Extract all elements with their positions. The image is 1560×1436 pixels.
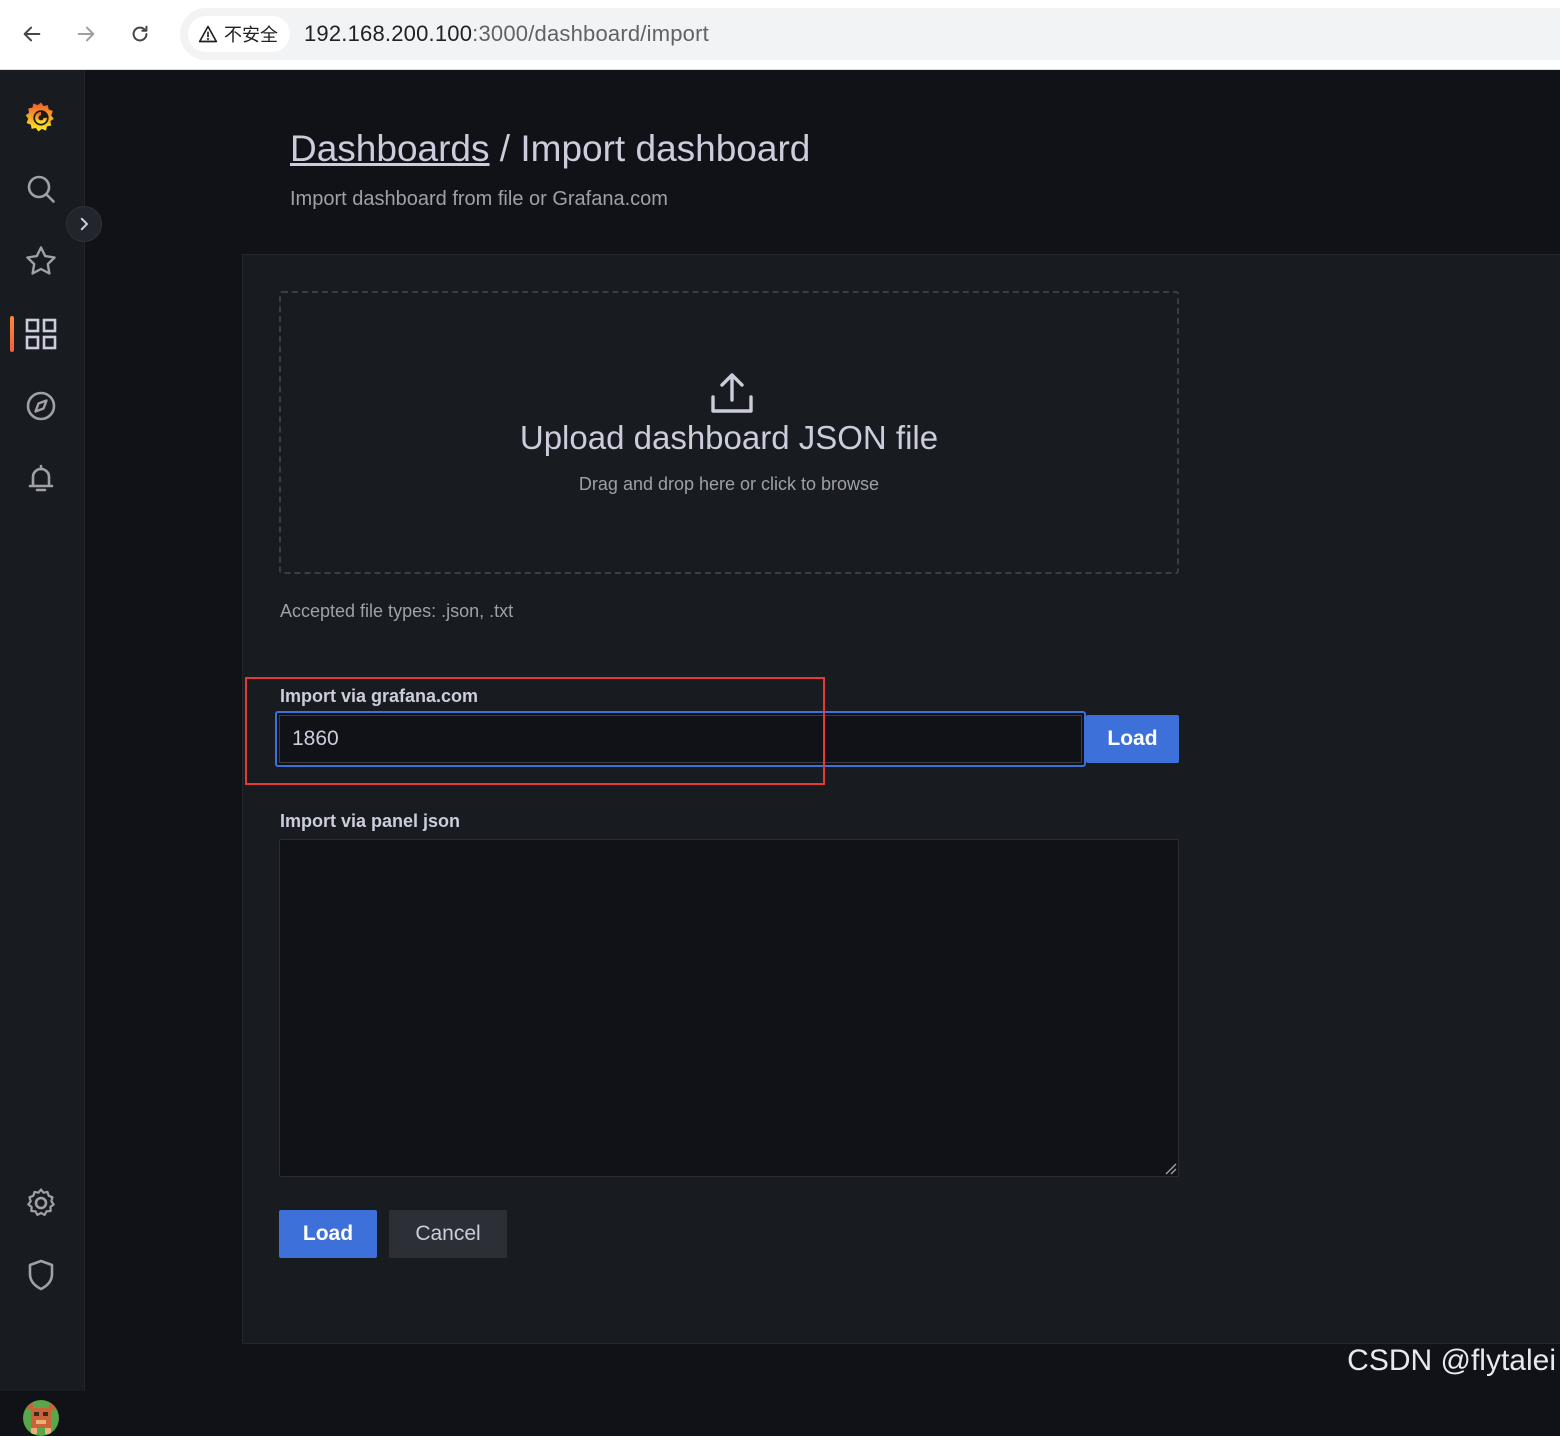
- expand-sidebar-button[interactable]: [66, 206, 102, 242]
- load-button[interactable]: Load: [279, 1210, 377, 1258]
- reload-icon: [132, 25, 148, 42]
- sidebar-item-dashboards[interactable]: [22, 315, 60, 353]
- breadcrumb-separator: /: [489, 128, 521, 169]
- warning-triangle-icon: [198, 25, 218, 43]
- url-text[interactable]: 192.168.200.100:3000/dashboard/import: [304, 21, 709, 47]
- upload-title: Upload dashboard JSON file: [519, 419, 939, 456]
- resize-grip-icon[interactable]: [1163, 1161, 1177, 1175]
- sidebar-item-starred[interactable]: [22, 242, 60, 280]
- sidebar-item-configuration[interactable]: [22, 1184, 60, 1222]
- arrow-left-icon: [23, 26, 41, 42]
- explore-compass-icon: [26, 391, 56, 421]
- url-path: :3000/dashboard/import: [472, 21, 709, 46]
- cancel-button[interactable]: Cancel: [389, 1210, 507, 1258]
- upload-icon: [711, 373, 753, 413]
- dashboards-icon: [25, 318, 57, 350]
- sidebar-item-server-admin[interactable]: [22, 1256, 60, 1294]
- address-bar[interactable]: 不安全 192.168.200.100:3000/dashboard/impor…: [180, 8, 1560, 60]
- browser-toolbar: 不安全 192.168.200.100:3000/dashboard/impor…: [0, 0, 1560, 70]
- forward-button[interactable]: [66, 14, 106, 54]
- page-title-text: Import dashboard: [520, 128, 811, 169]
- star-icon: [26, 246, 56, 275]
- active-indicator: [10, 316, 14, 352]
- page-subtitle: Import dashboard from file or Grafana.co…: [290, 188, 668, 210]
- security-indicator[interactable]: 不安全: [188, 16, 290, 52]
- shield-icon: [28, 1259, 54, 1291]
- sidebar: [0, 70, 102, 1436]
- user-avatar[interactable]: [23, 1400, 59, 1436]
- upload-hint: Drag and drop here or click to browse: [578, 474, 880, 494]
- search-icon: [27, 175, 55, 203]
- grafana-id-input[interactable]: [275, 711, 1086, 767]
- sidebar-item-search[interactable]: [22, 170, 60, 208]
- panel-json-textarea[interactable]: [279, 839, 1179, 1177]
- reload-button[interactable]: [120, 14, 160, 54]
- avatar-image: [23, 1400, 59, 1436]
- accepted-file-types: Accepted file types: .json, .txt: [280, 601, 514, 621]
- upload-dropzone[interactable]: Upload dashboard JSON file Drag and drop…: [279, 291, 1179, 574]
- security-label: 不安全: [224, 25, 278, 45]
- watermark: CSDN @flytalei: [1347, 1344, 1556, 1377]
- sidebar-item-explore[interactable]: [22, 387, 60, 425]
- arrow-right-icon: [77, 26, 95, 42]
- page-title: Dashboards / Import dashboard: [290, 128, 810, 170]
- back-button[interactable]: [12, 14, 52, 54]
- panel-json-label: Import via panel json: [280, 811, 461, 831]
- grafana-logo-icon: [25, 102, 54, 132]
- sidebar-item-alerting[interactable]: [22, 459, 60, 497]
- alerting-bell-icon: [28, 464, 54, 492]
- settings-gear-icon: [27, 1188, 55, 1216]
- chevron-right-icon: [80, 217, 88, 231]
- url-host: 192.168.200.100: [304, 21, 473, 46]
- grafana-import-label: Import via grafana.com: [280, 686, 479, 706]
- grafana-load-button[interactable]: Load: [1086, 715, 1179, 763]
- breadcrumb-dashboards-link[interactable]: Dashboards: [290, 128, 490, 169]
- grafana-home-link[interactable]: [22, 98, 60, 136]
